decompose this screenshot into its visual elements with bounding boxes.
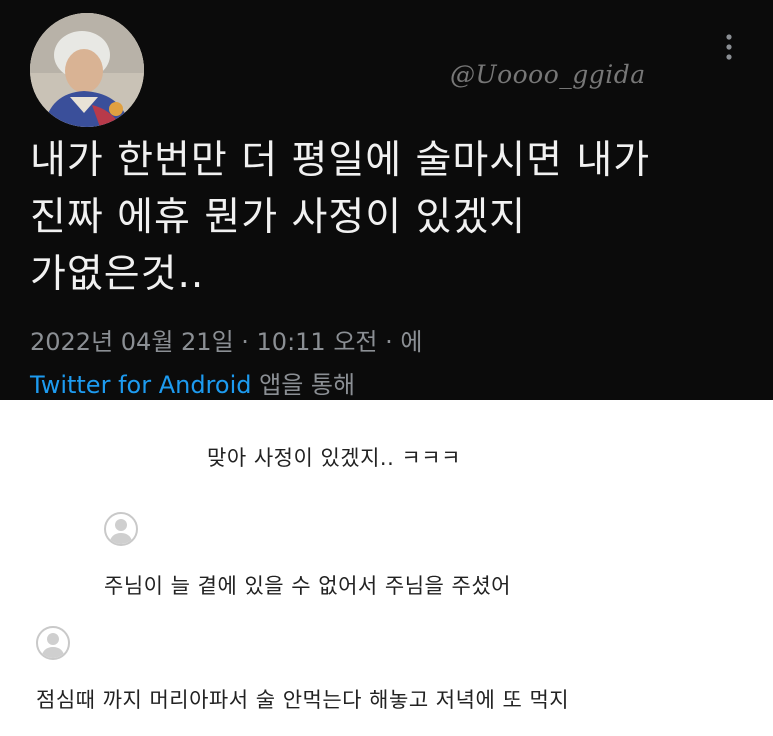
more-options-icon[interactable] — [722, 32, 736, 62]
tweet-client-row: Twitter for Android 앱을 통해 — [30, 365, 355, 400]
default-user-icon[interactable] — [104, 512, 138, 546]
tweet-card: @Uoooo_ggida 내가 한번만 더 평일에 술마시면 내가 진짜 에휴 … — [0, 0, 773, 400]
profile-avatar[interactable] — [30, 13, 144, 127]
client-link[interactable]: Twitter for Android — [30, 371, 251, 399]
tweet-timestamp: 2022년 04월 21일 · 10:11 오전 · 에 — [30, 328, 423, 356]
comments-section: 맞아 사정이 있겠지.. ㅋㅋㅋ 주님이 늘 곁에 있을 수 없어서 주님을 주… — [0, 400, 773, 736]
comment-text: 맞아 사정이 있겠지.. ㅋㅋㅋ — [207, 446, 461, 470]
tweet-text-line: 진짜 에휴 뭔가 사정이 있겠지 — [30, 195, 527, 240]
handle-watermark: @Uoooo_ggida — [450, 60, 646, 89]
comment-text: 점심때 까지 머리아파서 술 안먹는다 해놓고 저녁에 또 먹지 — [36, 688, 570, 712]
tweet-text-line: 가엾은것.. — [30, 252, 205, 297]
client-suffix: 앱을 통해 — [259, 371, 356, 399]
tweet-body: 내가 한번만 더 평일에 술마시면 내가 진짜 에휴 뭔가 사정이 있겠지 가엾… — [30, 132, 750, 303]
comment-text: 주님이 늘 곁에 있을 수 없어서 주님을 주셨어 — [104, 574, 511, 598]
default-user-icon[interactable] — [36, 626, 70, 660]
tweet-text-line: 내가 한번만 더 평일에 술마시면 내가 — [30, 138, 651, 183]
profile-photo-icon — [30, 13, 144, 127]
